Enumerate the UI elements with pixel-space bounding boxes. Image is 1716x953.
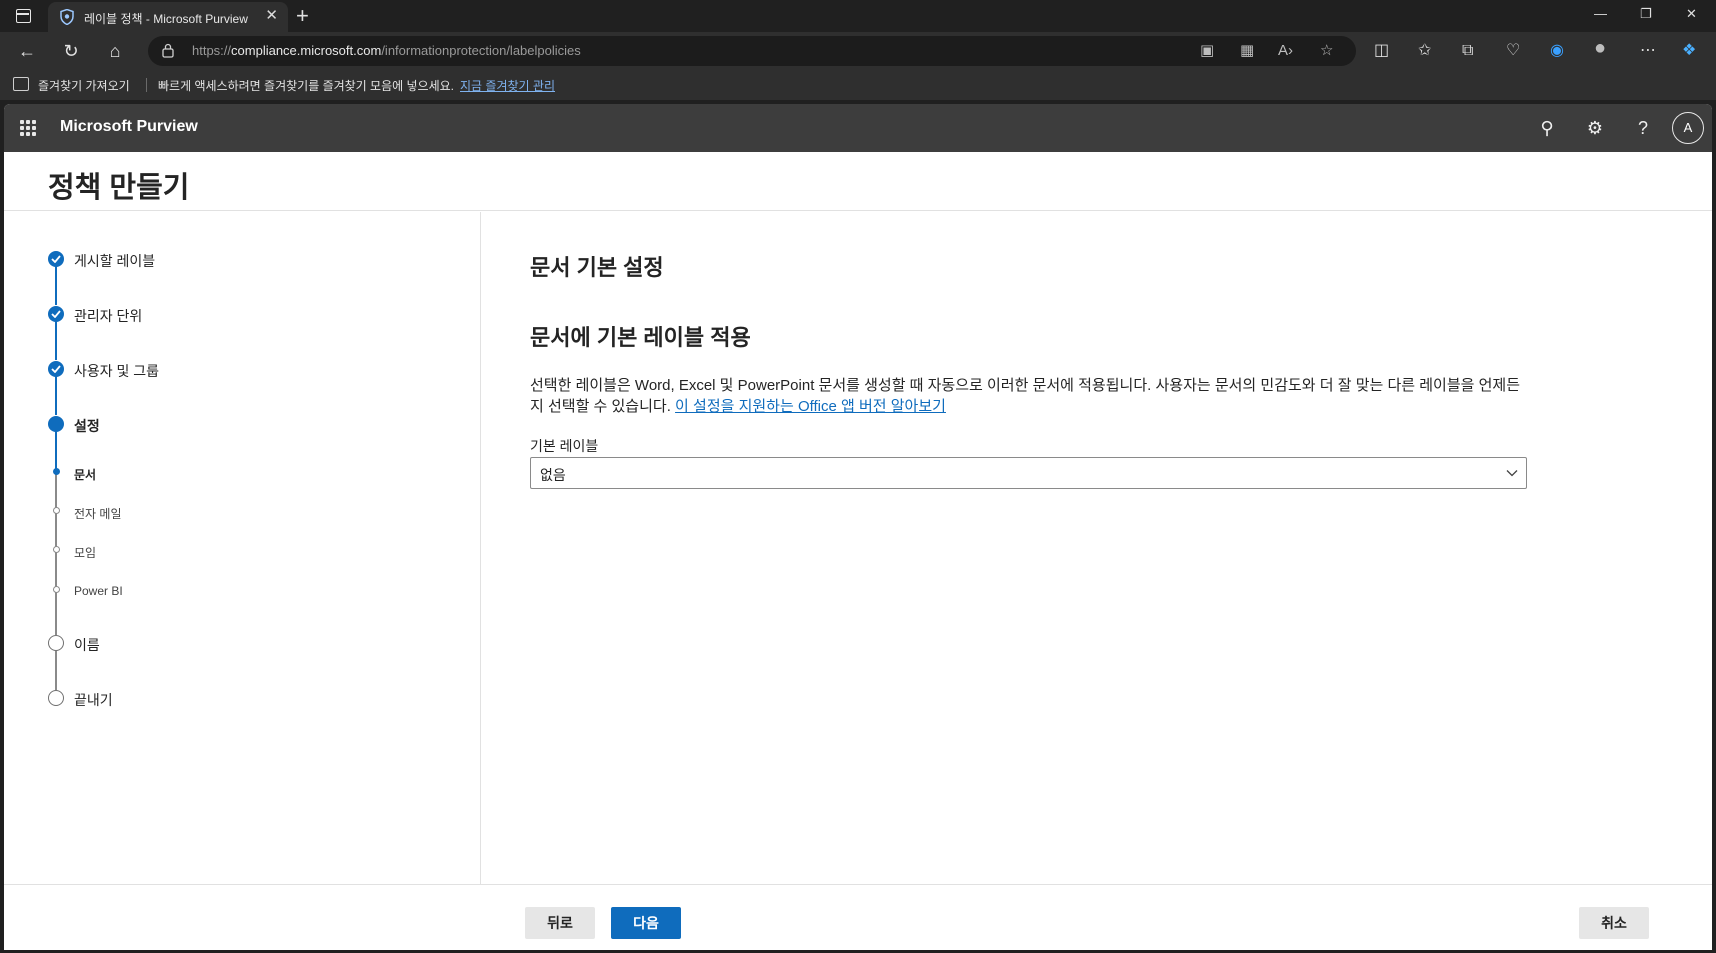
back-arrow-icon[interactable]: ←: [16, 40, 38, 62]
page-header: 정책 만들기: [4, 152, 1712, 211]
step-connector: [55, 651, 57, 690]
step-finish[interactable]: 끝내기: [74, 690, 113, 710]
back-button[interactable]: 뒤로: [525, 907, 595, 939]
purview-app: Microsoft Purview ⚲ ⚙ ? A 정책 만들기 게시할 레이블…: [4, 104, 1712, 950]
step-connector: [55, 431, 57, 469]
import-favorites-link[interactable]: 즐겨찾기 가져오기: [38, 77, 130, 94]
substep-power-bi[interactable]: Power BI: [74, 584, 123, 598]
step-connector: [55, 376, 57, 415]
step-current-icon: [48, 416, 64, 432]
learn-more-link[interactable]: 이 설정을 지원하는 Office 앱 버전 알아보기: [675, 398, 946, 415]
app-launcher-icon[interactable]: [20, 120, 36, 136]
step-done-check-icon: [48, 306, 64, 322]
new-tab-button[interactable]: +: [296, 4, 309, 28]
url-path: /informationprotection/labelpolicies: [381, 43, 581, 58]
step-settings[interactable]: 설정: [74, 416, 100, 436]
step-connector: [55, 321, 57, 360]
step-name[interactable]: 이름: [74, 635, 100, 655]
read-aloud-icon[interactable]: A›: [1278, 41, 1293, 61]
step-done-check-icon: [48, 361, 64, 377]
substep-email[interactable]: 전자 메일: [74, 505, 122, 522]
import-favorites-icon[interactable]: [13, 77, 29, 91]
browser-tab-strip: 레이블 정책 - Microsoft Purview ✕ + — ❐ ✕: [0, 0, 1716, 32]
browser-tab[interactable]: 레이블 정책 - Microsoft Purview ✕: [48, 2, 288, 32]
step-connector: [55, 513, 57, 547]
edge-icon[interactable]: ◉: [1550, 40, 1564, 62]
description-text: 선택한 레이블은 Word, Excel 및 PowerPoint 문서를 생성…: [530, 375, 1530, 417]
home-icon[interactable]: ⌂: [104, 40, 126, 62]
app-header-bar: Microsoft Purview ⚲ ⚙ ? A: [4, 104, 1712, 152]
url-scheme: https://: [192, 43, 232, 58]
tab-title: 레이블 정책 - Microsoft Purview: [84, 12, 248, 26]
browser-toolbar: ← ↻ ⌂ https://compliance.microsoft.com/i…: [0, 32, 1716, 70]
step-done-check-icon: [48, 251, 64, 267]
step-connector: [55, 474, 57, 508]
substep-todo-icon: [53, 546, 60, 553]
next-button[interactable]: 다음: [611, 907, 681, 939]
favorites-message-text: 빠르게 액세스하려면 즐겨찾기를 즐겨찾기 모음에 넣으세요.: [158, 79, 455, 93]
favorites-message: 빠르게 액세스하려면 즐겨찾기를 즐겨찾기 모음에 넣으세요. 지금 즐겨찾기 관…: [158, 77, 555, 94]
profile-avatar-icon[interactable]: ●: [1594, 37, 1606, 59]
restore-icon[interactable]: ❐: [1640, 6, 1652, 22]
copilot-icon[interactable]: ❖: [1682, 40, 1696, 62]
step-connector: [55, 266, 57, 305]
cancel-button[interactable]: 취소: [1579, 907, 1649, 939]
substep-meetings[interactable]: 모임: [74, 544, 96, 561]
collections-icon[interactable]: ⧉: [1462, 40, 1473, 62]
step-users-and-groups[interactable]: 사용자 및 그룹: [74, 361, 159, 381]
step-connector: [55, 592, 57, 635]
url-text[interactable]: https://compliance.microsoft.com/informa…: [192, 43, 581, 58]
wizard-steps: 게시할 레이블 관리자 단위 사용자 및 그룹 설정 문서 전자 메일 모임 P…: [4, 212, 481, 884]
step-labels-to-publish[interactable]: 게시할 레이블: [74, 251, 155, 271]
default-label-value: 없음: [540, 467, 566, 483]
address-bar[interactable]: https://compliance.microsoft.com/informa…: [148, 36, 1356, 66]
page-title: 정책 만들기: [48, 172, 190, 204]
favorites-divider: [146, 78, 147, 92]
more-options-icon[interactable]: ⋯: [1640, 40, 1656, 62]
qr-code-icon[interactable]: ▦: [1240, 41, 1254, 61]
app-brand[interactable]: Microsoft Purview: [60, 118, 198, 136]
subsection-title: 문서에 기본 레이블 적용: [530, 325, 751, 350]
account-avatar[interactable]: A: [1672, 112, 1704, 144]
window-close-icon[interactable]: ✕: [1686, 6, 1697, 22]
step-admin-units[interactable]: 관리자 단위: [74, 306, 142, 326]
minimize-icon[interactable]: —: [1594, 6, 1607, 21]
section-title: 문서 기본 설정: [530, 255, 664, 280]
substep-current-icon: [53, 468, 60, 475]
favorites-bar: 즐겨찾기 가져오기 빠르게 액세스하려면 즐겨찾기를 즐겨찾기 모음에 넣으세요…: [0, 70, 1716, 100]
url-host: compliance.microsoft.com: [231, 43, 382, 58]
step-connector: [55, 552, 57, 587]
app-available-icon[interactable]: ▣: [1200, 41, 1214, 61]
default-label-field-label: 기본 레이블: [530, 438, 599, 454]
purview-shield-icon: [60, 9, 74, 25]
tab-close-icon[interactable]: ✕: [265, 8, 278, 24]
wizard-content: 문서 기본 설정 문서에 기본 레이블 적용 선택한 레이블은 Word, Ex…: [482, 212, 1712, 884]
split-screen-icon[interactable]: ◫: [1374, 40, 1389, 62]
lock-icon: [162, 43, 174, 58]
refresh-icon[interactable]: ↻: [60, 40, 82, 62]
step-todo-icon: [48, 690, 64, 706]
substep-todo-icon: [53, 507, 60, 514]
substep-todo-icon: [53, 586, 60, 593]
default-label-dropdown[interactable]: 없음: [530, 457, 1527, 489]
step-todo-icon: [48, 635, 64, 651]
chevron-down-icon: [1506, 470, 1518, 477]
substep-documents[interactable]: 문서: [74, 466, 96, 483]
tab-actions-icon[interactable]: [16, 9, 31, 23]
wizard-footer: 뒤로 다음 취소: [4, 884, 1712, 950]
community-icon[interactable]: ⚲: [1535, 116, 1559, 140]
help-icon[interactable]: ?: [1631, 116, 1655, 140]
manage-favorites-link[interactable]: 지금 즐겨찾기 관리: [460, 79, 555, 93]
settings-gear-icon[interactable]: ⚙: [1583, 116, 1607, 140]
favorites-icon[interactable]: ✩: [1418, 40, 1431, 62]
favorite-star-icon[interactable]: ☆: [1320, 41, 1333, 61]
browser-essentials-icon[interactable]: ♡: [1506, 40, 1520, 62]
